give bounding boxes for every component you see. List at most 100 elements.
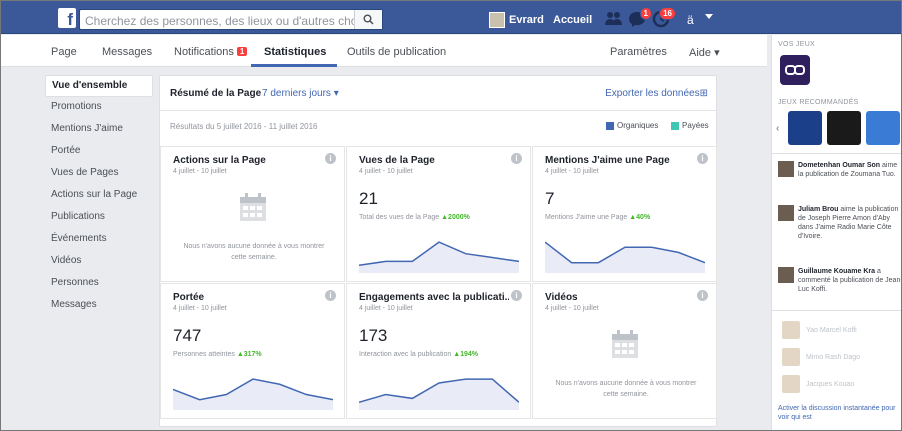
sparkline: [359, 241, 519, 273]
game-tile-blonde[interactable]: [866, 111, 900, 145]
menu-item-messages[interactable]: Messages: [45, 295, 153, 317]
sparkline: [545, 241, 705, 273]
tab-page[interactable]: Page: [51, 46, 77, 58]
card-page-likes[interactable]: Mentions J'aime une Page i 4 juillet - 1…: [532, 146, 717, 282]
chevron-left-icon[interactable]: ‹: [776, 123, 779, 134]
menu-item-likes[interactable]: Mentions J'aime: [45, 119, 153, 141]
card-subtitle-text: Total des vues de la Page: [359, 214, 440, 221]
tab-messages[interactable]: Messages: [102, 46, 152, 58]
enable-chat-link[interactable]: Activer la discussion instantanée pour v…: [778, 404, 901, 422]
info-icon[interactable]: i: [325, 153, 336, 164]
profile-link[interactable]: Evrard: [489, 11, 544, 29]
period-dropdown[interactable]: 7 derniers jours ▾: [262, 88, 339, 99]
card-date: 4 juillet - 10 juillet: [359, 168, 413, 175]
calendar-icon: [240, 193, 266, 221]
card-title: Actions sur la Page: [173, 155, 266, 166]
friend-requests-icon[interactable]: [604, 10, 624, 28]
sparkline: [173, 378, 333, 410]
card-change: ▲317%: [236, 351, 262, 358]
notifications-icon[interactable]: 16: [651, 7, 676, 28]
legend-organic-swatch: [606, 121, 614, 130]
menu-item-reach[interactable]: Portée: [45, 141, 153, 163]
info-icon[interactable]: i: [511, 153, 522, 164]
ticker-item[interactable]: Juliam Brou aime la publication de Josep…: [778, 205, 901, 241]
tab-outils-de-publication[interactable]: Outils de publication: [347, 46, 446, 58]
chat-contact-name: Yao Marcel Koffi: [806, 326, 857, 334]
search-input[interactable]: [85, 13, 355, 28]
card-post-engagements[interactable]: Engagements avec la publicati... i 4 jui…: [346, 283, 531, 419]
game-icon[interactable]: [780, 55, 810, 85]
results-range: Résultats du 5 juillet 2016 - 11 juillet…: [170, 122, 318, 131]
facebook-logo-icon[interactable]: f: [58, 8, 76, 29]
tab-notifications[interactable]: Notifications 1: [174, 46, 248, 58]
chat-contact-name: Mimo Rash Dago: [806, 353, 861, 361]
ticker-item[interactable]: Dometenhan Oumar Son aime la publication…: [778, 161, 901, 179]
card-value: 173: [359, 326, 388, 345]
card-title: Portée: [173, 292, 205, 303]
card-videos[interactable]: Vidéos i 4 juillet - 10 juillet Nous n'a…: [532, 283, 717, 419]
card-subtitle: Personnes atteintes ▲317%: [173, 351, 262, 358]
tab-aide[interactable]: Aide ▾: [689, 46, 720, 59]
top-bar: f Evrard Accueil 1 16 ä: [1, 1, 901, 34]
search-button[interactable]: [354, 10, 382, 29]
page-summary-panel: Résumé de la Page 7 derniers jours ▾ Exp…: [159, 75, 717, 427]
menu-item-events[interactable]: Événements: [45, 229, 153, 251]
legend-organic-label: Organiques: [617, 121, 659, 130]
messages-icon[interactable]: 1: [627, 7, 652, 28]
card-subtitle-text: Interaction avec la publication: [359, 351, 452, 358]
avatar: [782, 375, 800, 393]
profile-name: Evrard: [509, 14, 544, 26]
calendar-icon: [612, 330, 638, 358]
active-tab-underline: [251, 64, 337, 67]
info-icon[interactable]: i: [511, 290, 522, 301]
legend-paid: Payées: [671, 121, 709, 130]
account-menu-caret-icon[interactable]: [705, 14, 713, 19]
card-change: ▲2000%: [441, 214, 470, 221]
game-tile-euro[interactable]: [788, 111, 822, 145]
divider: [772, 153, 901, 154]
card-date: 4 juillet - 10 juillet: [359, 305, 413, 312]
card-subtitle: Interaction avec la publication ▲194%: [359, 351, 478, 358]
export-data-link[interactable]: Exporter les données⊞: [605, 88, 708, 99]
divider: [160, 110, 716, 111]
info-icon[interactable]: i: [697, 290, 708, 301]
ticker-name: Dometenhan Oumar Son: [798, 162, 881, 169]
home-link[interactable]: Accueil: [553, 14, 592, 26]
menu-item-posts[interactable]: Publications: [45, 207, 153, 229]
menu-item-videos[interactable]: Vidéos: [45, 251, 153, 273]
menu-item-people[interactable]: Personnes: [45, 273, 153, 295]
chat-contact[interactable]: Mimo Rash Dago: [782, 346, 901, 368]
card-date: 4 juillet - 10 juillet: [173, 168, 227, 175]
card-page-views[interactable]: Vues de la Page i 4 juillet - 10 juillet…: [346, 146, 531, 282]
tab-statistiques[interactable]: Statistiques: [264, 46, 326, 58]
menu-item-page-views[interactable]: Vues de Pages: [45, 163, 153, 185]
chat-contact[interactable]: Jacques Kouao: [782, 373, 901, 395]
card-change: ▲194%: [453, 351, 479, 358]
notifications-tab-badge: 1: [236, 47, 248, 56]
ticker-item[interactable]: Guillaume Kouame Kra a commenté la publi…: [778, 267, 901, 294]
menu-item-page-actions[interactable]: Actions sur la Page: [45, 185, 153, 207]
card-reach[interactable]: Portée i 4 juillet - 10 juillet 747 Pers…: [160, 283, 345, 419]
legend-organic: Organiques: [606, 121, 658, 130]
info-icon[interactable]: i: [325, 290, 336, 301]
search-icon: [363, 14, 374, 25]
card-title: Vues de la Page: [359, 155, 435, 166]
card-title: Vidéos: [545, 292, 578, 303]
menu-item-promotions[interactable]: Promotions: [45, 97, 153, 119]
card-date: 4 juillet - 10 juillet: [545, 168, 599, 175]
summary-title: Résumé de la Page: [170, 88, 262, 99]
search-box: [79, 9, 383, 30]
right-sidebar: VOS JEUX JEUX RECOMMANDÉS ‹ Dometenhan O…: [771, 35, 901, 430]
card-subtitle: Mentions J'aime une Page ▲40%: [545, 214, 650, 221]
help-icon[interactable]: ä: [687, 13, 694, 27]
game-tile-dark[interactable]: [827, 111, 861, 145]
card-subtitle-text: Mentions J'aime une Page: [545, 214, 628, 221]
info-icon[interactable]: i: [697, 153, 708, 164]
avatar: [782, 321, 800, 339]
card-change: ▲40%: [629, 214, 651, 221]
tab-parametres[interactable]: Paramètres: [610, 46, 667, 58]
menu-item-overview[interactable]: Vue d'ensemble: [45, 75, 153, 97]
chat-contact[interactable]: Yao Marcel Koffi: [782, 319, 901, 341]
sparkline: [359, 378, 519, 410]
card-page-actions[interactable]: Actions sur la Page i 4 juillet - 10 jui…: [160, 146, 345, 282]
